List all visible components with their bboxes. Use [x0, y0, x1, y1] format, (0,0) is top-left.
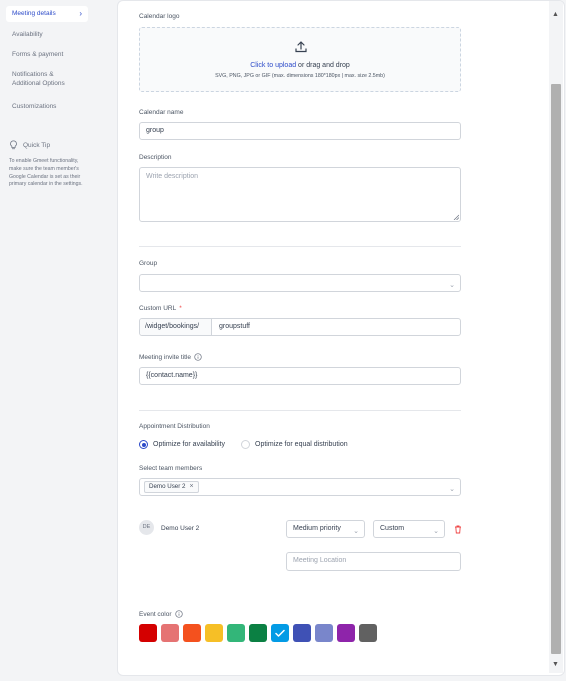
sidebar-item-label: Forms & payment [12, 51, 64, 58]
color-swatch[interactable] [249, 624, 267, 642]
color-swatch[interactable] [227, 624, 245, 642]
description-placeholder: Write description [146, 173, 199, 180]
color-swatch[interactable] [161, 624, 179, 642]
event-color-label-text: Event color [139, 610, 172, 618]
event-color-label: Event color [139, 610, 183, 618]
priority-value: Medium priority [293, 525, 341, 532]
color-swatch[interactable] [359, 624, 377, 642]
color-swatch[interactable] [139, 624, 157, 642]
quick-tip-body: To enable Gmeet functionality, make sure… [9, 158, 83, 188]
click-to-upload-link[interactable]: Click to upload [250, 62, 296, 69]
sidebar-item-label: Customizations [12, 103, 57, 110]
logo-upload-dropzone[interactable]: Click to upload or drag and drop SVG, PN… [139, 27, 461, 92]
meeting-location-placeholder: Meeting Location [293, 557, 347, 564]
upload-icon [295, 41, 307, 53]
lightbulb-icon [10, 140, 17, 150]
upload-hint: SVG, PNG, JPG or GIF (max. dimensions 18… [215, 73, 385, 79]
radio-unchecked-icon [241, 440, 250, 449]
custom-url-input[interactable]: groupstuff [219, 319, 250, 335]
invite-title-label-text: Meeting invite title [139, 353, 192, 361]
invite-title-label: Meeting invite title [139, 353, 202, 361]
custom-url-field: /widget/bookings/ groupstuff [139, 318, 461, 336]
chip-label: Demo User 2 [149, 483, 186, 490]
calendar-name-input[interactable]: group [139, 122, 461, 140]
sidebar-item-label: Meeting details [12, 10, 56, 17]
invite-title-input[interactable]: {{contact.name}} [139, 367, 461, 385]
group-label: Group [139, 260, 158, 267]
chevron-down-icon: ⌄ [449, 486, 455, 493]
info-icon[interactable] [174, 610, 183, 618]
resize-handle-icon [453, 214, 459, 220]
radio-optimize-equal[interactable]: Optimize for equal distribution [241, 440, 348, 449]
section-divider [139, 410, 461, 411]
check-icon [275, 629, 285, 637]
chevron-down-icon: ⌄ [353, 528, 359, 535]
meeting-location-input[interactable]: Meeting Location [286, 552, 461, 571]
sidebar-item-customizations[interactable]: Customizations [6, 102, 88, 111]
radio-optimize-availability[interactable]: Optimize for availability [139, 440, 225, 449]
location-type-select[interactable]: Custom ⌄ [373, 520, 445, 538]
sidebar-item-notifications[interactable]: Notifications & Additional Options [6, 70, 76, 89]
chevron-down-icon: ⌄ [433, 528, 439, 535]
remove-chip-icon[interactable]: × [189, 482, 193, 492]
description-textarea[interactable]: Write description [139, 167, 461, 222]
upload-text: or drag and drop [296, 62, 350, 69]
trash-icon[interactable] [454, 525, 462, 534]
color-swatch[interactable] [337, 624, 355, 642]
color-swatch[interactable] [271, 624, 289, 642]
distribution-label: Appointment Distribution [139, 423, 210, 430]
radio-label: Optimize for availability [153, 441, 225, 448]
member-name: Demo User 2 [161, 525, 200, 532]
custom-url-label-text: Custom URL [139, 305, 177, 312]
sidebar-item-availability[interactable]: Availability [6, 30, 88, 39]
sidebar-item-forms-payment[interactable]: Forms & payment [6, 50, 88, 59]
info-icon[interactable] [194, 353, 202, 361]
calendar-name-label: Calendar name [139, 109, 184, 116]
group-select[interactable]: ⌄ [139, 274, 461, 292]
team-member-chip: Demo User 2 × [144, 481, 199, 493]
sidebar: Meeting details › Availability Forms & p… [0, 0, 90, 681]
radio-checked-icon [139, 440, 148, 449]
scroll-down-icon[interactable]: ▼ [552, 661, 559, 668]
required-mark: * [179, 305, 182, 312]
color-swatch[interactable] [293, 624, 311, 642]
scrollbar[interactable]: ▲ ▼ [549, 1, 563, 673]
chevron-right-icon: › [79, 9, 82, 18]
team-members-select[interactable]: Demo User 2 × ⌄ [139, 478, 461, 496]
team-members-label: Select team members [139, 465, 203, 472]
location-type-value: Custom [380, 525, 405, 532]
avatar: DE [139, 520, 154, 535]
quick-tip-title: Quick Tip [23, 141, 51, 149]
custom-url-label: Custom URL * [139, 305, 182, 312]
sidebar-item-label: Availability [12, 31, 43, 38]
description-label: Description [139, 154, 172, 161]
priority-select[interactable]: Medium priority ⌄ [286, 520, 365, 538]
color-swatch[interactable] [183, 624, 201, 642]
radio-label: Optimize for equal distribution [255, 441, 348, 448]
sidebar-item-meeting-details[interactable]: Meeting details › [6, 6, 88, 22]
url-prefix: /widget/bookings/ [140, 319, 212, 335]
section-divider [139, 246, 461, 247]
calendar-logo-label: Calendar logo [139, 13, 180, 20]
meeting-details-card: Calendar logo Click to upload or drag an… [117, 0, 565, 676]
quick-tip: Quick Tip To enable Gmeet functionality,… [9, 140, 87, 189]
color-swatch[interactable] [205, 624, 223, 642]
chevron-down-icon: ⌄ [449, 282, 455, 289]
color-swatch[interactable] [315, 624, 333, 642]
sidebar-item-label: Notifications & Additional Options [12, 71, 65, 88]
scroll-thumb[interactable] [551, 84, 561, 654]
scroll-up-icon[interactable]: ▲ [552, 11, 559, 18]
